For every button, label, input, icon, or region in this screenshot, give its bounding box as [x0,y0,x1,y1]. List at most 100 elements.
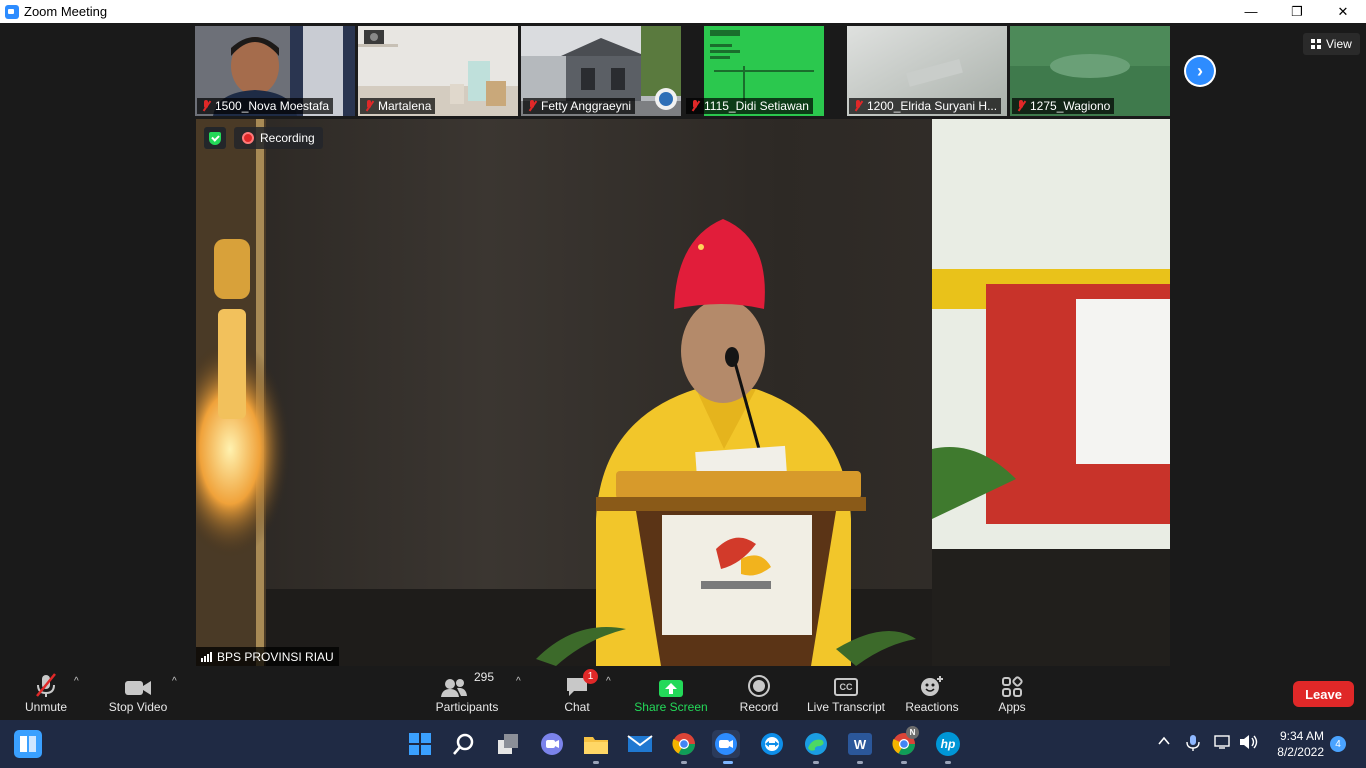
chat-unread-badge: 1 [583,669,598,684]
apps-button[interactable]: Apps [996,668,1028,720]
video-camera-icon [124,668,152,698]
teamviewer-icon[interactable] [758,730,786,758]
main-speaker-video[interactable]: Recording BPS PROVINSI RIAU [196,119,1170,666]
zoom-app-icon [5,4,19,19]
mic-muted-icon [201,100,211,112]
widgets-icon[interactable] [14,730,42,758]
audio-options-caret-icon[interactable]: ^ [74,676,79,687]
chat-label: Chat [564,700,590,714]
participant-thumbnail[interactable]: 1500_Nova Moestafa [195,26,355,116]
live-transcript-label: Live Transcript [806,700,886,714]
participants-icon: 295 [440,668,494,698]
participant-thumbnail[interactable]: 1115_Didi Setiawan [684,26,844,116]
mic-muted-icon [527,100,537,112]
close-button[interactable]: ✕ [1320,0,1366,23]
chat-button[interactable]: 1 Chat [562,668,598,720]
signal-strength-icon [201,651,212,662]
speaker-video-feed [196,119,1170,666]
apps-icon [1001,668,1023,698]
share-screen-button[interactable]: Share Screen [634,668,708,720]
chrome-icon[interactable] [670,730,698,758]
record-icon [747,668,771,698]
chat-options-caret-icon[interactable]: ^ [606,676,611,687]
restore-button[interactable]: ❐ [1274,0,1320,23]
participant-name: 1275_Wagiono [1030,99,1111,113]
participant-thumbnail[interactable]: Martalena [358,26,518,116]
leave-button[interactable]: Leave [1293,681,1354,707]
mail-icon[interactable] [626,730,654,758]
edge-icon[interactable] [802,730,830,758]
share-screen-label: Share Screen [634,700,708,714]
speaker-nameplate: BPS PROVINSI RIAU [196,647,339,666]
next-page-button[interactable]: › [1184,55,1216,87]
reactions-button[interactable]: Reactions [904,668,960,720]
share-screen-icon [658,668,684,698]
participant-name: 1500_Nova Moestafa [215,99,330,113]
notification-badge[interactable]: 4 [1330,736,1346,752]
minimize-button[interactable]: — [1228,0,1274,23]
encryption-shield-icon[interactable] [204,127,226,149]
participant-thumbnail[interactable]: 1275_Wagiono [1010,26,1170,116]
participant-nameplate: 1275_Wagiono [1012,98,1115,114]
file-explorer-icon[interactable] [582,730,610,758]
meeting-toolbar: Unmute ^ Stop Video ^ 295 Participants ^… [0,668,1366,720]
chrome-profile-badge: N [906,726,919,739]
clock-date: 8/2/2022 [1277,745,1324,759]
chat-bubble-icon: 1 [564,668,598,698]
grid-view-icon [1311,39,1321,49]
clock[interactable]: 9:34 AM 8/2/2022 [1272,728,1324,760]
chevron-up-icon[interactable] [1157,734,1171,752]
view-button[interactable]: View [1303,33,1360,55]
participant-thumbnail[interactable]: Fetty Anggraeyni [521,26,681,116]
closed-caption-icon: CC [834,668,858,698]
unmute-button[interactable]: Unmute [20,668,72,720]
windows-taskbar: W N hp 9:34 AM 8/2/2022 4 [0,720,1366,768]
window-title: Zoom Meeting [24,4,108,19]
volume-icon[interactable] [1239,734,1259,754]
speaker-name: BPS PROVINSI RIAU [217,649,334,664]
chevron-right-icon: › [1186,57,1214,85]
network-icon[interactable] [1214,734,1232,754]
mic-muted-icon [33,668,59,698]
meeting-status-bar: Recording [204,127,323,149]
hp-icon[interactable]: hp [934,730,962,758]
recording-label: Recording [260,131,315,145]
participants-count: 295 [473,670,495,684]
live-transcript-button[interactable]: CC Live Transcript [806,668,886,720]
reactions-label: Reactions [905,700,959,714]
participant-nameplate: 1200_Elrida Suryani H... [849,98,1002,114]
windows-start-icon[interactable] [406,730,434,758]
task-view-icon[interactable] [494,730,522,758]
participants-button[interactable]: 295 Participants [434,668,500,720]
record-button[interactable]: Record [738,668,780,720]
stop-video-label: Stop Video [108,700,168,714]
zoom-taskbar-icon[interactable] [712,730,740,758]
mic-muted-icon [853,100,863,112]
title-bar: Zoom Meeting — ❐ ✕ [0,0,1366,23]
microphone-icon[interactable] [1186,734,1200,756]
recording-dot-icon [242,132,254,144]
participant-nameplate: Martalena [360,98,436,114]
participants-options-caret-icon[interactable]: ^ [516,676,521,687]
chrome-profile-icon[interactable]: N [890,726,919,758]
smiley-plus-icon [919,668,945,698]
participants-label: Participants [435,700,499,714]
mic-muted-icon [1016,100,1026,112]
clock-time: 9:34 AM [1279,729,1324,743]
participant-nameplate: Fetty Anggraeyni [523,98,636,114]
recording-indicator[interactable]: Recording [234,127,323,149]
participant-name: Fetty Anggraeyni [541,99,632,113]
participant-name: 1115_Didi Setiawan [704,99,809,113]
participant-name: 1200_Elrida Suryani H... [867,99,998,113]
mic-muted-icon [364,100,374,112]
participant-nameplate: 1115_Didi Setiawan [686,98,813,114]
meeting-area: 1500_Nova Moestafa Martalena Fetty Anggr… [0,23,1366,668]
video-options-caret-icon[interactable]: ^ [172,676,177,687]
window-controls: — ❐ ✕ [1228,0,1366,23]
stop-video-button[interactable]: Stop Video [106,668,170,720]
participant-nameplate: 1500_Nova Moestafa [197,98,334,114]
teams-chat-icon[interactable] [538,730,566,758]
participant-thumbnail[interactable]: 1200_Elrida Suryani H... [847,26,1007,116]
word-icon[interactable]: W [846,730,874,758]
search-icon[interactable] [450,730,478,758]
